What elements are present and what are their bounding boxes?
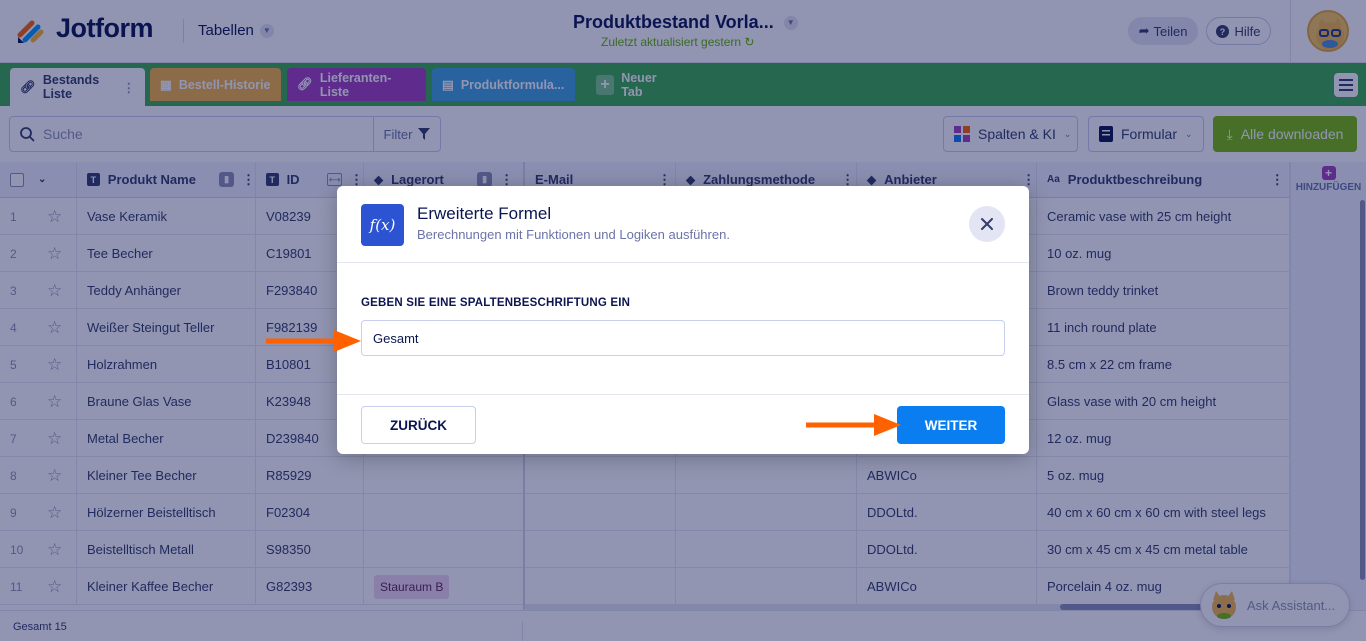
- column-label-input[interactable]: [361, 320, 1005, 356]
- back-button[interactable]: ZURÜCK: [361, 406, 476, 444]
- close-button[interactable]: [969, 206, 1005, 242]
- advanced-formula-dialog: f(x) Erweiterte Formel Berechnungen mit …: [337, 186, 1029, 454]
- annotation-arrow-icon: [266, 330, 361, 352]
- formula-icon: f(x): [361, 204, 404, 246]
- dialog-title: Erweiterte Formel: [417, 204, 552, 223]
- annotation-arrow-icon: [806, 414, 901, 436]
- column-label-field-label: GEBEN SIE EINE SPALTENBESCHRIFTUNG EIN: [361, 297, 631, 309]
- close-icon: [981, 218, 993, 230]
- dialog-divider: [337, 262, 1029, 263]
- dialog-subtitle: Berechnungen mit Funktionen und Logiken …: [417, 227, 730, 242]
- next-button[interactable]: WEITER: [897, 406, 1005, 444]
- dialog-divider: [337, 394, 1029, 395]
